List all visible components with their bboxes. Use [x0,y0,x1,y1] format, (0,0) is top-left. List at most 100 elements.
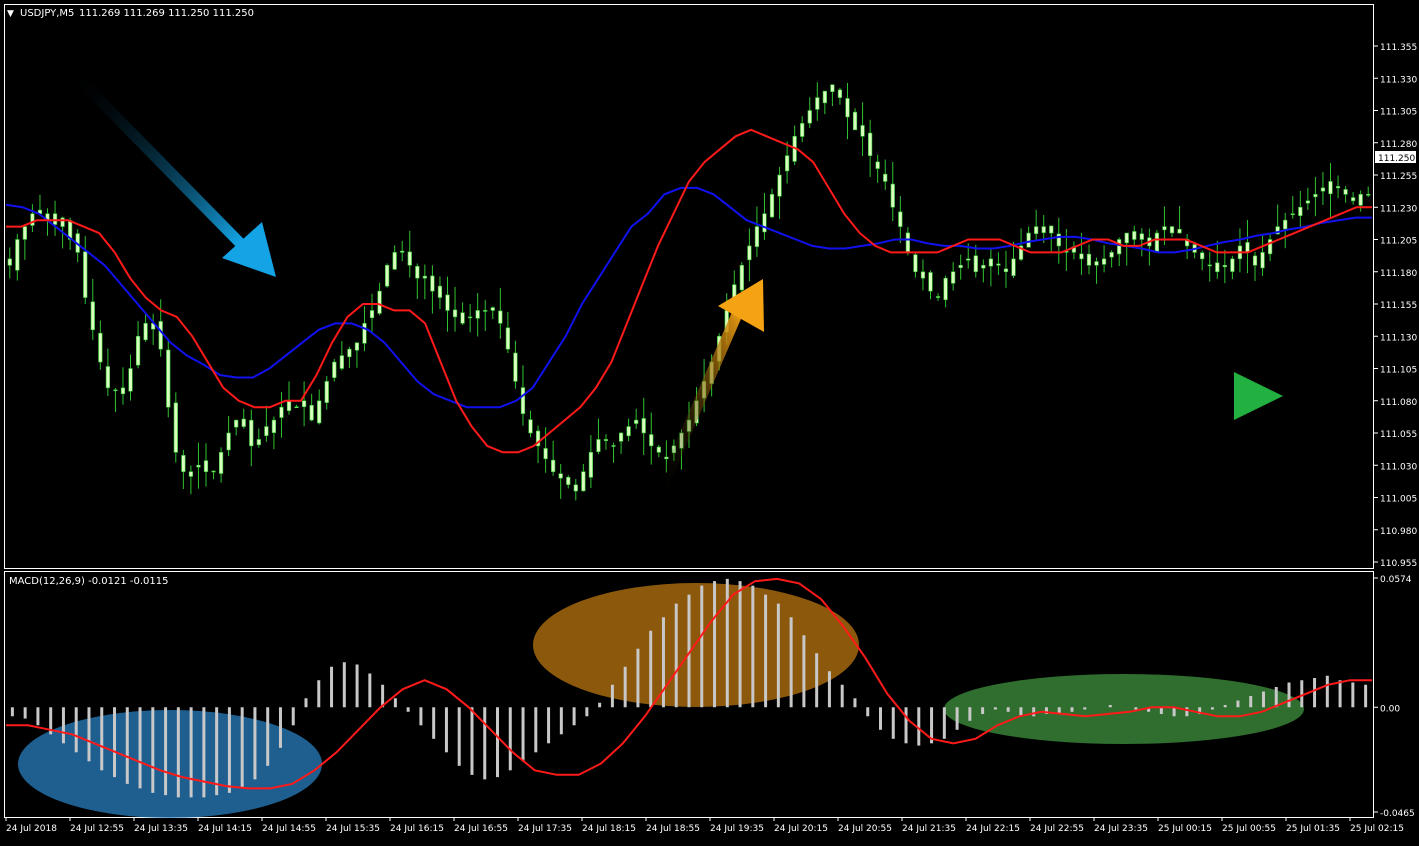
y-tick-label: 111.155 [1380,301,1417,311]
candle-body [551,459,556,472]
x-tick-label: 24 Jul 19:35 [710,824,764,834]
candle-body [883,173,888,182]
candle-body [1260,252,1265,269]
y-tick-label: 111.130 [1380,333,1417,343]
candle-body [286,400,292,411]
candle-body [618,432,624,442]
candle-body [1139,233,1144,240]
candle-body [422,275,427,279]
candle-body [1086,253,1092,266]
candle-body [60,217,65,227]
x-tick-label: 24 Jul 21:35 [902,824,956,834]
candle-body [1298,206,1303,216]
candle-body [875,161,880,169]
x-tick-label: 24 Jul 18:15 [582,824,636,834]
candle-body [520,387,526,414]
candle-body [1094,261,1099,266]
candle-body [1003,268,1009,273]
candle-body [996,263,1001,266]
x-tick-label: 25 Jul 00:15 [1158,824,1212,834]
candle-body [452,309,458,318]
candle-body [234,419,239,428]
candle-body [475,310,480,319]
candle-body [218,452,224,474]
candle-body [354,342,360,351]
candle-body [928,272,933,292]
candle-body [951,271,956,284]
candle-body [105,366,110,389]
x-tick-label: 25 Jul 01:35 [1286,824,1340,834]
candle-body [656,446,661,453]
x-tick-label: 25 Jul 00:55 [1222,824,1276,834]
candle-body [1132,231,1137,240]
y-tick-label: 111.305 [1380,108,1417,118]
candle-body [1245,242,1250,253]
candle-body [837,89,843,98]
macd-y-tick-label: 0.00 [1380,704,1400,714]
current-price-label: 111.250 [1378,154,1415,164]
candle-body [1283,219,1288,230]
triangle-down-icon[interactable]: ▼ [7,9,14,19]
x-tick-label: 24 Jul 22:55 [1030,824,1084,834]
candle-body [958,264,963,268]
candle-body [1117,239,1122,255]
candle-body [611,445,616,447]
candle-body [400,250,405,253]
y-tick-label: 111.030 [1380,462,1417,472]
y-tick-label: 111.280 [1380,140,1417,150]
y-tick-label: 110.955 [1380,559,1417,569]
candle-body [1358,194,1363,206]
candle-body [188,471,194,477]
ohlc-label: 111.269 111.269 111.250 111.250 [79,8,254,19]
candle-body [15,239,20,271]
candle-body [588,452,593,478]
candle-body [135,335,141,366]
candle-body [988,258,993,267]
x-tick-label: 24 Jul 22:15 [966,824,1020,834]
candle-body [362,323,367,344]
candle-body [22,226,27,240]
x-tick-label: 24 Jul 14:55 [262,824,316,834]
candle-body [128,368,133,392]
y-tick-label: 111.005 [1380,495,1417,505]
candle-body [196,464,201,468]
candle-body [158,321,163,350]
y-tick-label: 111.230 [1380,204,1417,214]
candle-body [1366,194,1371,196]
candle-body [1290,213,1295,215]
candle-body [294,406,299,409]
macd-label: MACD(12,26,9) -0.0121 -0.0115 [9,576,169,587]
candle-body [1026,232,1031,248]
candle-body [573,484,578,492]
candle-body [392,252,397,270]
y-tick-label: 111.205 [1380,237,1417,247]
candle-body [1200,252,1205,260]
candle-body [332,361,337,378]
candle-body [490,307,495,311]
candle-body [920,271,926,279]
candle-body [1056,233,1061,247]
x-tick-label: 24 Jul 15:35 [326,824,380,834]
candle-body [845,98,850,118]
y-tick-label: 111.105 [1380,366,1417,376]
candle-body [369,310,375,319]
candle-body [634,419,639,424]
candle-body [1079,253,1084,260]
right-arrow-icon [941,372,1283,420]
candle-body [279,406,284,418]
x-tick-label: 24 Jul 2018 [6,824,57,834]
candle-body [1049,225,1054,234]
candle-body [1335,186,1341,189]
candle-body [256,439,261,446]
y-tick-label: 111.255 [1380,172,1417,182]
candle-body [905,232,910,253]
candle-body [173,402,178,453]
candle-body [52,213,58,225]
chart-svg: 111.355 111.330 111.305 111.280 111.255 111.2… [4,4,1417,834]
candle-body [143,323,148,341]
candle-body [120,387,126,395]
candle-body [437,285,443,298]
candle-body [641,418,646,434]
x-tick-label: 24 Jul 20:55 [838,824,892,834]
candle-body [377,290,382,314]
